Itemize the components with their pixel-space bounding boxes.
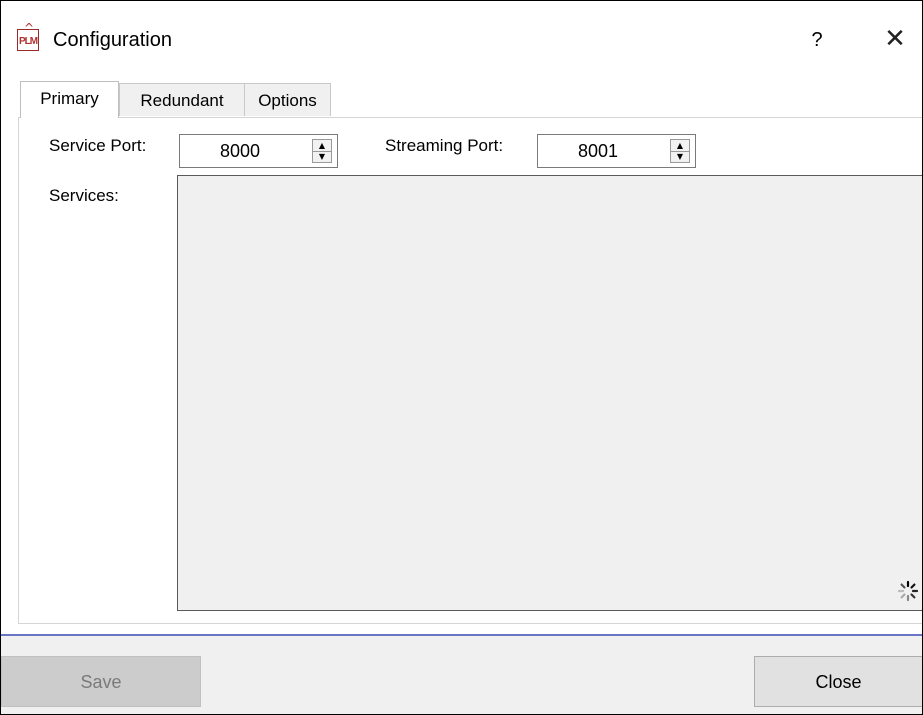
decrement-arrow-icon[interactable]: ▼ (313, 151, 331, 162)
tab-strip: Primary Redundant Options (15, 81, 922, 118)
streaming-port-stepper[interactable]: ▲ ▼ (670, 139, 690, 163)
primary-tab-panel: Service Port: 8000 ▲ ▼ Streaming Port: 8… (18, 117, 922, 624)
streaming-port-value[interactable]: 8001 (578, 141, 618, 162)
service-port-label: Service Port: (49, 136, 147, 155)
window-title: Configuration (53, 29, 172, 51)
close-button[interactable]: Close (754, 656, 922, 707)
service-port-input[interactable]: 8000 ▲ ▼ (179, 134, 338, 168)
tab-primary[interactable]: Primary (20, 81, 119, 118)
tab-redundant[interactable]: Redundant (119, 83, 245, 116)
title-bar[interactable]: ^ PLM Configuration ? ✕ (1, 1, 922, 73)
dialog-footer: Save Close (1, 636, 922, 714)
help-button[interactable]: ? (797, 25, 837, 55)
services-label: Services: (49, 186, 119, 205)
decrement-arrow-icon[interactable]: ▼ (671, 151, 689, 162)
tab-options[interactable]: Options (244, 83, 331, 116)
service-port-stepper[interactable]: ▲ ▼ (312, 139, 332, 163)
configuration-dialog: ^ PLM Configuration ? ✕ Primary Redundan… (0, 0, 923, 715)
spinner-icon (897, 580, 919, 602)
app-icon-text: PLM (19, 36, 38, 47)
app-icon: ^ PLM (17, 21, 39, 51)
close-window-icon[interactable]: ✕ (875, 23, 915, 55)
services-list[interactable] (177, 175, 922, 611)
save-button[interactable]: Save (1, 656, 201, 707)
streaming-port-label: Streaming Port: (385, 136, 504, 155)
streaming-port-input[interactable]: 8001 ▲ ▼ (537, 134, 696, 168)
service-port-value[interactable]: 8000 (220, 141, 260, 162)
